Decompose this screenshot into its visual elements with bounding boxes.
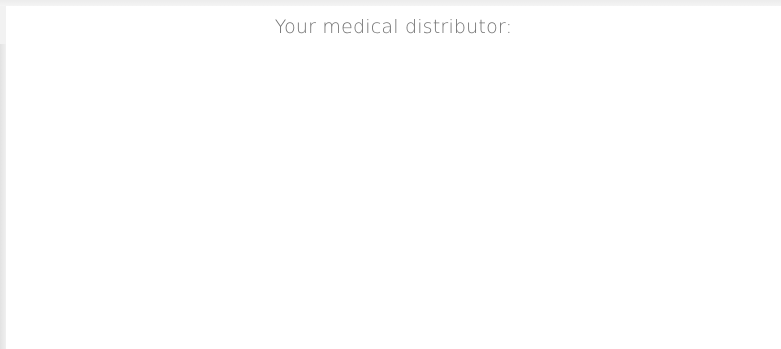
distributor-panel [6, 6, 781, 349]
distributor-heading: Your medical distributor: [274, 16, 513, 38]
